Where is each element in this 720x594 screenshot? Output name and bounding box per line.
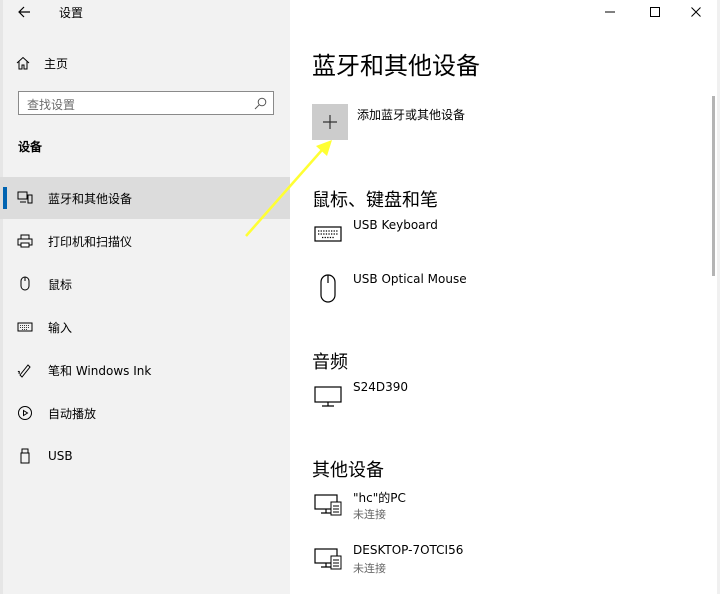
device-name: DESKTOP-7OTCI56 (353, 543, 464, 557)
close-button[interactable] (673, 0, 719, 24)
keyboard-icon (312, 218, 344, 250)
add-device-button[interactable] (312, 104, 348, 140)
maximize-icon (650, 7, 660, 17)
sidebar-item-typing[interactable]: 输入 (0, 306, 290, 348)
group-title-input-devices: 鼠标、键盘和笔 (312, 190, 438, 211)
window-title: 设置 (59, 6, 84, 20)
scrollbar[interactable] (712, 96, 715, 276)
sidebar-item-home[interactable]: 主页 (16, 52, 216, 74)
usb-icon (0, 448, 48, 464)
pen-icon (0, 362, 48, 378)
plus-icon (323, 115, 337, 129)
monitor-icon (312, 380, 344, 412)
settings-window: 设置 主页 查找设置 设备 蓝牙和其他设备 打印机和扫描仪 鼠标 输入 笔和 W… (0, 0, 720, 594)
sidebar-item-label: 笔和 Windows Ink (48, 363, 152, 378)
search-placeholder: 查找设置 (27, 98, 76, 112)
sidebar-item-usb[interactable]: USB (0, 435, 290, 477)
sidebar-item-pen[interactable]: 笔和 Windows Ink (0, 349, 290, 391)
minimize-button[interactable] (587, 0, 633, 24)
back-arrow-icon (18, 6, 30, 18)
sidebar-item-label: 输入 (48, 320, 73, 335)
network-pc-icon (312, 489, 344, 521)
device-status: 未连接 (353, 562, 386, 575)
back-button[interactable] (14, 3, 36, 21)
page-title: 蓝牙和其他设备 (312, 52, 480, 80)
sidebar-item-label: 自动播放 (48, 406, 97, 421)
sidebar-item-label: 鼠标 (48, 277, 73, 292)
sidebar-item-bluetooth[interactable]: 蓝牙和其他设备 (0, 177, 290, 219)
device-usb-optical-mouse[interactable]: USB Optical Mouse (312, 272, 692, 312)
network-pc-icon (312, 543, 344, 575)
sidebar-item-label: USB (48, 449, 73, 463)
search-icon[interactable] (254, 97, 267, 110)
minimize-icon (605, 11, 615, 13)
device-desktop-7otci56[interactable]: DESKTOP-7OTCI56 未连接 (312, 543, 692, 583)
device-name: USB Optical Mouse (353, 272, 467, 286)
printer-icon (0, 234, 48, 248)
group-title-other-devices: 其他设备 (312, 460, 384, 481)
home-icon (16, 56, 30, 70)
sidebar-item-label: 打印机和扫描仪 (48, 234, 133, 249)
maximize-button[interactable] (632, 0, 678, 24)
group-title-audio: 音频 (312, 352, 348, 373)
device-s24d390[interactable]: S24D390 (312, 380, 692, 420)
home-label: 主页 (44, 56, 69, 71)
device-hc-pc[interactable]: "hc"的PC 未连接 (312, 489, 692, 529)
add-device-label[interactable]: 添加蓝牙或其他设备 (357, 106, 465, 123)
sidebar-item-label: 蓝牙和其他设备 (48, 191, 133, 206)
mouse-icon (0, 276, 48, 292)
keyboard-icon (0, 321, 48, 333)
sidebar-item-mouse[interactable]: 鼠标 (0, 263, 290, 305)
device-usb-keyboard[interactable]: USB Keyboard (312, 218, 692, 258)
sidebar-item-autoplay[interactable]: 自动播放 (0, 392, 290, 434)
sidebar: 设置 主页 查找设置 设备 蓝牙和其他设备 打印机和扫描仪 鼠标 输入 笔和 W… (0, 0, 290, 594)
section-title: 设备 (18, 140, 43, 154)
device-status: 未连接 (353, 508, 386, 521)
close-icon (691, 7, 701, 17)
search-input[interactable]: 查找设置 (18, 91, 274, 115)
device-name: S24D390 (353, 380, 409, 394)
device-name: USB Keyboard (353, 218, 438, 232)
device-name: "hc"的PC (353, 491, 406, 505)
autoplay-icon (0, 405, 48, 421)
mouse-icon (312, 272, 344, 304)
bluetooth-devices-icon (0, 191, 48, 205)
sidebar-item-printers[interactable]: 打印机和扫描仪 (0, 220, 290, 262)
